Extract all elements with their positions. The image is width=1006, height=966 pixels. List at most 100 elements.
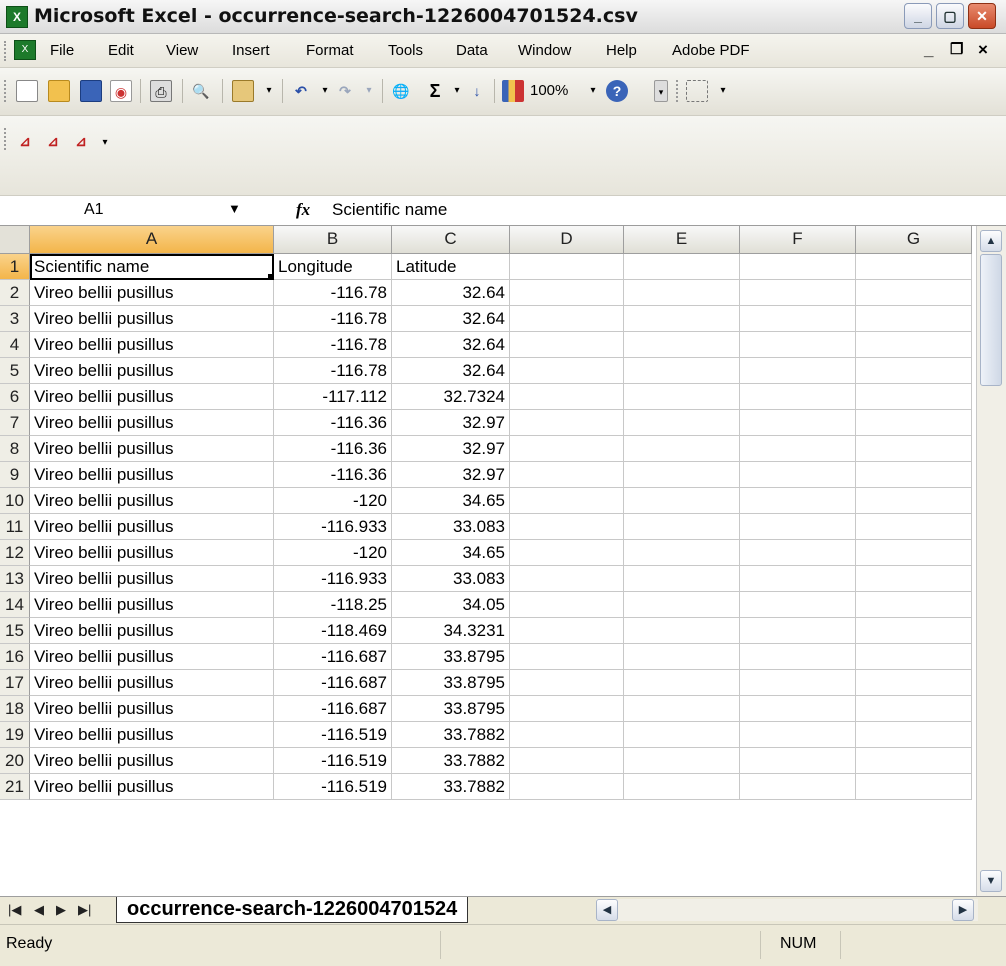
- cell-c14[interactable]: 34.05: [392, 592, 510, 618]
- toolbar-grip[interactable]: [4, 80, 9, 102]
- cell-e4[interactable]: [624, 332, 740, 358]
- cell-g14[interactable]: [856, 592, 972, 618]
- cell-a16[interactable]: Vireo bellii pusillus: [30, 644, 274, 670]
- cell-d8[interactable]: [510, 436, 624, 462]
- cell-e19[interactable]: [624, 722, 740, 748]
- cell-f4[interactable]: [740, 332, 856, 358]
- fx-icon[interactable]: fx: [296, 200, 310, 220]
- cell-c19[interactable]: 33.7882: [392, 722, 510, 748]
- hyperlink-icon[interactable]: 🌐: [390, 80, 412, 102]
- cell-d3[interactable]: [510, 306, 624, 332]
- cell-e20[interactable]: [624, 748, 740, 774]
- cell-e7[interactable]: [624, 410, 740, 436]
- cell-g1[interactable]: [856, 254, 972, 280]
- workbook-icon[interactable]: X: [14, 40, 36, 60]
- cell-d16[interactable]: [510, 644, 624, 670]
- menu-data[interactable]: Data: [456, 42, 488, 59]
- cell-c12[interactable]: 34.65: [392, 540, 510, 566]
- row-header[interactable]: 10: [0, 488, 30, 514]
- cell-c6[interactable]: 32.7324: [392, 384, 510, 410]
- cell-g18[interactable]: [856, 696, 972, 722]
- name-box[interactable]: A1 ▼: [4, 199, 272, 223]
- row-header[interactable]: 16: [0, 644, 30, 670]
- cell-d1[interactable]: [510, 254, 624, 280]
- column-header-d[interactable]: D: [510, 226, 624, 254]
- cell-b9[interactable]: -116.36: [274, 462, 392, 488]
- menu-view[interactable]: View: [166, 42, 198, 59]
- cell-f20[interactable]: [740, 748, 856, 774]
- cell-g11[interactable]: [856, 514, 972, 540]
- cell-c17[interactable]: 33.8795: [392, 670, 510, 696]
- cell-c4[interactable]: 32.64: [392, 332, 510, 358]
- cell-f19[interactable]: [740, 722, 856, 748]
- cell-e18[interactable]: [624, 696, 740, 722]
- cell-f9[interactable]: [740, 462, 856, 488]
- column-header-a[interactable]: A: [30, 226, 274, 254]
- cell-g13[interactable]: [856, 566, 972, 592]
- menu-tools[interactable]: Tools: [388, 42, 423, 59]
- cell-b8[interactable]: -116.36: [274, 436, 392, 462]
- first-sheet-icon[interactable]: |◀: [8, 902, 21, 918]
- save-icon[interactable]: [80, 80, 102, 102]
- cell-g3[interactable]: [856, 306, 972, 332]
- paste-dropdown-icon[interactable]: ▾: [258, 80, 280, 102]
- maximize-icon[interactable]: ▢: [936, 3, 964, 29]
- cell-a9[interactable]: Vireo bellii pusillus: [30, 462, 274, 488]
- column-header-g[interactable]: G: [856, 226, 972, 254]
- cell-c21[interactable]: 33.7882: [392, 774, 510, 800]
- scroll-down-icon[interactable]: ▼: [980, 870, 1002, 892]
- cell-a21[interactable]: Vireo bellii pusillus: [30, 774, 274, 800]
- cell-f2[interactable]: [740, 280, 856, 306]
- cell-f11[interactable]: [740, 514, 856, 540]
- next-sheet-icon[interactable]: ▶: [56, 902, 66, 918]
- cell-f6[interactable]: [740, 384, 856, 410]
- cell-e5[interactable]: [624, 358, 740, 384]
- cell-e16[interactable]: [624, 644, 740, 670]
- cell-b17[interactable]: -116.687: [274, 670, 392, 696]
- menu-edit[interactable]: Edit: [108, 42, 134, 59]
- spreadsheet-grid[interactable]: A B C D E F G 1 Scientific name Longitude Latitude…: [0, 226, 976, 896]
- menu-window[interactable]: Window: [518, 42, 571, 59]
- cell-d5[interactable]: [510, 358, 624, 384]
- row-header[interactable]: 9: [0, 462, 30, 488]
- cell-a17[interactable]: Vireo bellii pusillus: [30, 670, 274, 696]
- cell-f16[interactable]: [740, 644, 856, 670]
- cell-c20[interactable]: 33.7882: [392, 748, 510, 774]
- cell-d15[interactable]: [510, 618, 624, 644]
- row-header[interactable]: 18: [0, 696, 30, 722]
- cell-c8[interactable]: 32.97: [392, 436, 510, 462]
- menu-insert[interactable]: Insert: [232, 42, 270, 59]
- undo-dropdown-icon[interactable]: ▾: [314, 80, 336, 102]
- convert-and-email-icon[interactable]: ⊿: [42, 130, 64, 152]
- cell-e17[interactable]: [624, 670, 740, 696]
- toolbar-options-icon[interactable]: ▾: [654, 80, 668, 102]
- cell-a11[interactable]: Vireo bellii pusillus: [30, 514, 274, 540]
- cell-b4[interactable]: -116.78: [274, 332, 392, 358]
- cell-f3[interactable]: [740, 306, 856, 332]
- cell-b11[interactable]: -116.933: [274, 514, 392, 540]
- cell-b13[interactable]: -116.933: [274, 566, 392, 592]
- prev-sheet-icon[interactable]: ◀: [34, 902, 44, 918]
- zoom-dropdown-icon[interactable]: ▾: [582, 80, 604, 102]
- minimize-icon[interactable]: _: [904, 3, 932, 29]
- formula-input[interactable]: Scientific name: [332, 200, 447, 220]
- close-icon[interactable]: ✕: [968, 3, 996, 29]
- cell-a4[interactable]: Vireo bellii pusillus: [30, 332, 274, 358]
- convert-and-review-icon[interactable]: ⊿: [70, 130, 92, 152]
- cell-c3[interactable]: 32.64: [392, 306, 510, 332]
- row-header[interactable]: 14: [0, 592, 30, 618]
- open-icon[interactable]: [48, 80, 70, 102]
- scroll-up-icon[interactable]: ▲: [980, 230, 1002, 252]
- cell-f14[interactable]: [740, 592, 856, 618]
- cell-f10[interactable]: [740, 488, 856, 514]
- column-header-c[interactable]: C: [392, 226, 510, 254]
- cell-a10[interactable]: Vireo bellii pusillus: [30, 488, 274, 514]
- row-header[interactable]: 11: [0, 514, 30, 540]
- row-header[interactable]: 19: [0, 722, 30, 748]
- cell-b14[interactable]: -118.25: [274, 592, 392, 618]
- cell-a7[interactable]: Vireo bellii pusillus: [30, 410, 274, 436]
- row-header[interactable]: 2: [0, 280, 30, 306]
- cell-d4[interactable]: [510, 332, 624, 358]
- cell-c10[interactable]: 34.65: [392, 488, 510, 514]
- toolbar-grip[interactable]: [676, 80, 681, 102]
